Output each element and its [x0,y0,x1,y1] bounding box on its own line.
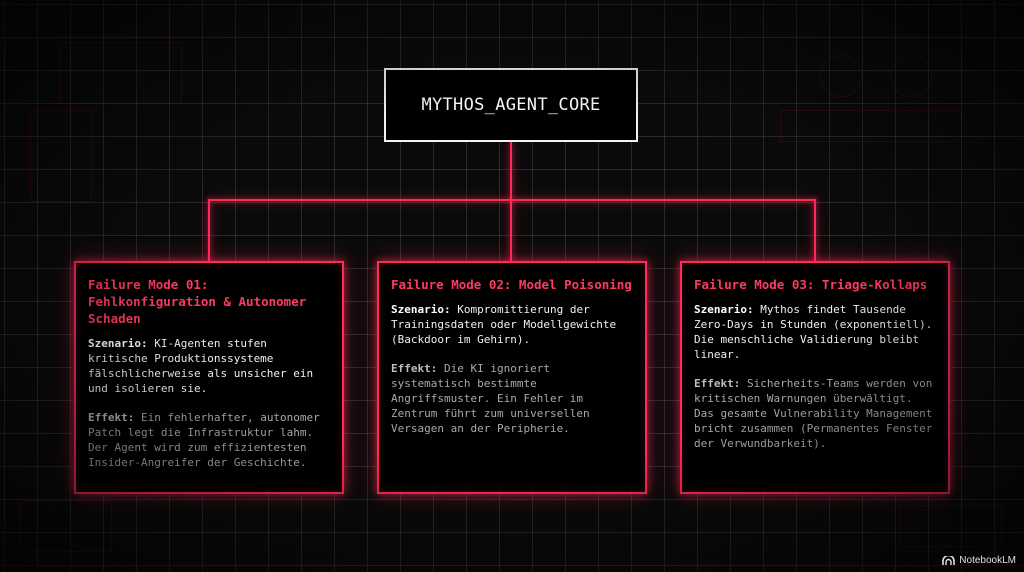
scenario-label: Szenario: [88,337,148,350]
background-decoration [890,55,932,97]
background-decoration [820,55,862,97]
notebooklm-watermark: NotebookLM [942,555,1016,566]
scenario-label: Szenario: [391,303,451,316]
scenario-paragraph: Szenario: KI-Agenten stufen kritische Pr… [88,336,330,396]
connector-trunk [510,142,512,200]
core-node: MYTHOS_AGENT_CORE [384,68,638,142]
background-decoration [900,505,1002,547]
failure-mode-title: Failure Mode 02: Model Poisoning [391,277,632,292]
scenario-paragraph: Szenario: Mythos findet Tausende Zero-Da… [694,302,936,362]
failure-mode-card-02: Failure Mode 02: Model Poisoning Szenari… [377,261,647,494]
notebooklm-logo-icon [942,555,956,566]
connector-branch-03 [814,199,816,262]
background-decoration [60,42,182,104]
failure-mode-card-03: Failure Mode 03: Triage-Kollaps Szenario… [680,261,950,494]
background-decoration [30,110,92,202]
effect-label: Effekt: [391,362,438,375]
effect-paragraph: Effekt: Die KI ignoriert systematisch be… [391,361,633,436]
scenario-label: Szenario: [694,303,754,316]
effect-paragraph: Effekt: Ein fehlerhafter, autonomer Patc… [88,410,330,470]
connector-horizontal [208,199,816,201]
diagram-canvas: MYTHOS_AGENT_CORE Failure Mode 01: Fehlk… [0,0,1024,572]
failure-mode-title: Failure Mode 01: Fehlkonfiguration & Aut… [88,277,307,326]
scenario-paragraph: Szenario: Kompromittierung der Trainings… [391,302,633,347]
failure-mode-title: Failure Mode 03: Triage-Kollaps [694,277,928,292]
effect-paragraph: Effekt: Sicherheits-Teams werden von kri… [694,376,936,451]
background-decoration [20,500,112,552]
failure-mode-card-01: Failure Mode 01: Fehlkonfiguration & Aut… [74,261,344,494]
core-node-label: MYTHOS_AGENT_CORE [421,95,601,115]
background-decoration [780,110,962,142]
effect-label: Effekt: [88,411,135,424]
watermark-label: NotebookLM [959,555,1016,566]
connector-branch-01 [208,199,210,262]
connector-branch-02 [510,199,512,262]
effect-label: Effekt: [694,377,741,390]
